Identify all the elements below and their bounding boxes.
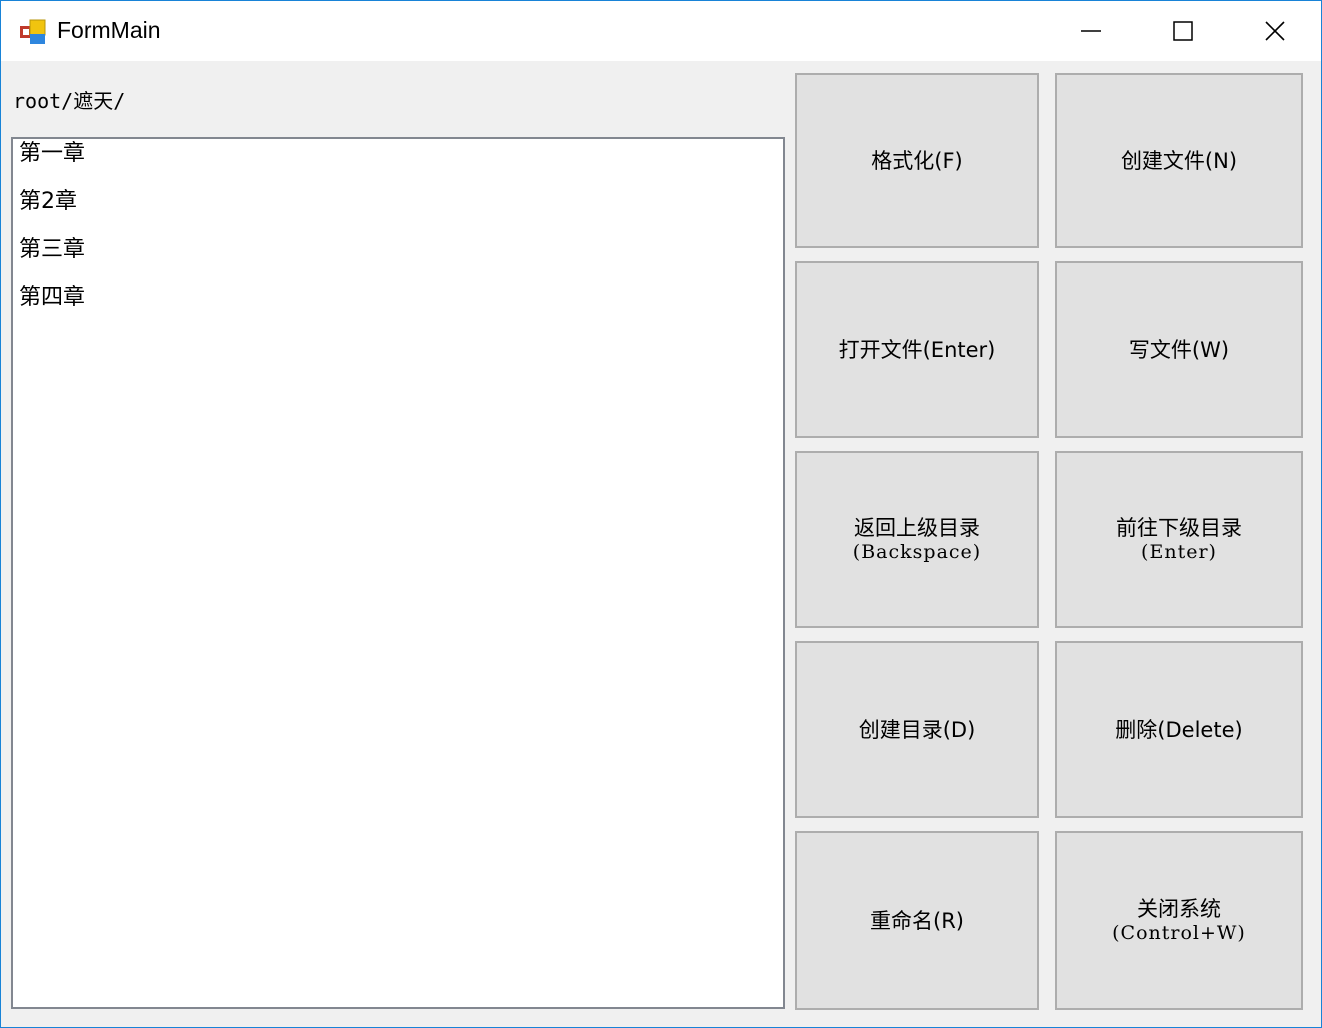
close-icon bbox=[1265, 21, 1285, 41]
file-listbox[interactable]: 第一章 第2章 第三章 第四章 bbox=[11, 137, 785, 1009]
write-file-button-label: 写文件(W) bbox=[1128, 337, 1230, 362]
shutdown-button-shortcut: (Control+W) bbox=[1112, 921, 1246, 944]
go-up-button-label: 返回上级目录 bbox=[854, 515, 980, 540]
create-dir-button[interactable]: 创建目录(D) bbox=[795, 641, 1039, 818]
format-button[interactable]: 格式化(F) bbox=[795, 73, 1039, 248]
open-file-button-label: 打开文件(Enter) bbox=[838, 337, 996, 362]
go-down-button[interactable]: 前往下级目录 (Enter) bbox=[1055, 451, 1303, 628]
open-file-button[interactable]: 打开文件(Enter) bbox=[795, 261, 1039, 438]
list-item[interactable]: 第三章 bbox=[13, 235, 783, 283]
title-bar: FormMain bbox=[1, 1, 1321, 61]
go-down-button-label: 前往下级目录 bbox=[1116, 515, 1242, 540]
create-dir-button-label: 创建目录(D) bbox=[858, 717, 976, 742]
current-path-label: root/遮天/ bbox=[13, 89, 126, 113]
delete-button[interactable]: 删除(Delete) bbox=[1055, 641, 1303, 818]
list-item[interactable]: 第一章 bbox=[13, 139, 783, 187]
rename-button[interactable]: 重命名(R) bbox=[795, 831, 1039, 1010]
app-icon bbox=[19, 18, 47, 46]
main-window: FormMain root/遮天/ 第一章 第2章 第三章 第四章 格式化(F)… bbox=[0, 0, 1322, 1028]
minimize-icon bbox=[1081, 30, 1101, 32]
shutdown-button-label: 关闭系统 bbox=[1137, 896, 1221, 921]
create-file-button[interactable]: 创建文件(N) bbox=[1055, 73, 1303, 248]
shutdown-button[interactable]: 关闭系统 (Control+W) bbox=[1055, 831, 1303, 1010]
go-up-button-shortcut: (Backspace) bbox=[852, 540, 982, 563]
maximize-icon bbox=[1173, 21, 1193, 41]
create-file-button-label: 创建文件(N) bbox=[1120, 148, 1238, 173]
go-down-button-shortcut: (Enter) bbox=[1141, 540, 1217, 563]
minimize-button[interactable] bbox=[1045, 1, 1137, 61]
rename-button-label: 重命名(R) bbox=[870, 908, 964, 933]
window-title: FormMain bbox=[57, 17, 161, 43]
close-button[interactable] bbox=[1229, 1, 1321, 61]
maximize-button[interactable] bbox=[1137, 1, 1229, 61]
format-button-label: 格式化(F) bbox=[871, 148, 963, 173]
write-file-button[interactable]: 写文件(W) bbox=[1055, 261, 1303, 438]
delete-button-label: 删除(Delete) bbox=[1115, 717, 1243, 742]
list-item[interactable]: 第2章 bbox=[13, 187, 783, 235]
go-up-button[interactable]: 返回上级目录 (Backspace) bbox=[795, 451, 1039, 628]
list-item[interactable]: 第四章 bbox=[13, 283, 783, 331]
